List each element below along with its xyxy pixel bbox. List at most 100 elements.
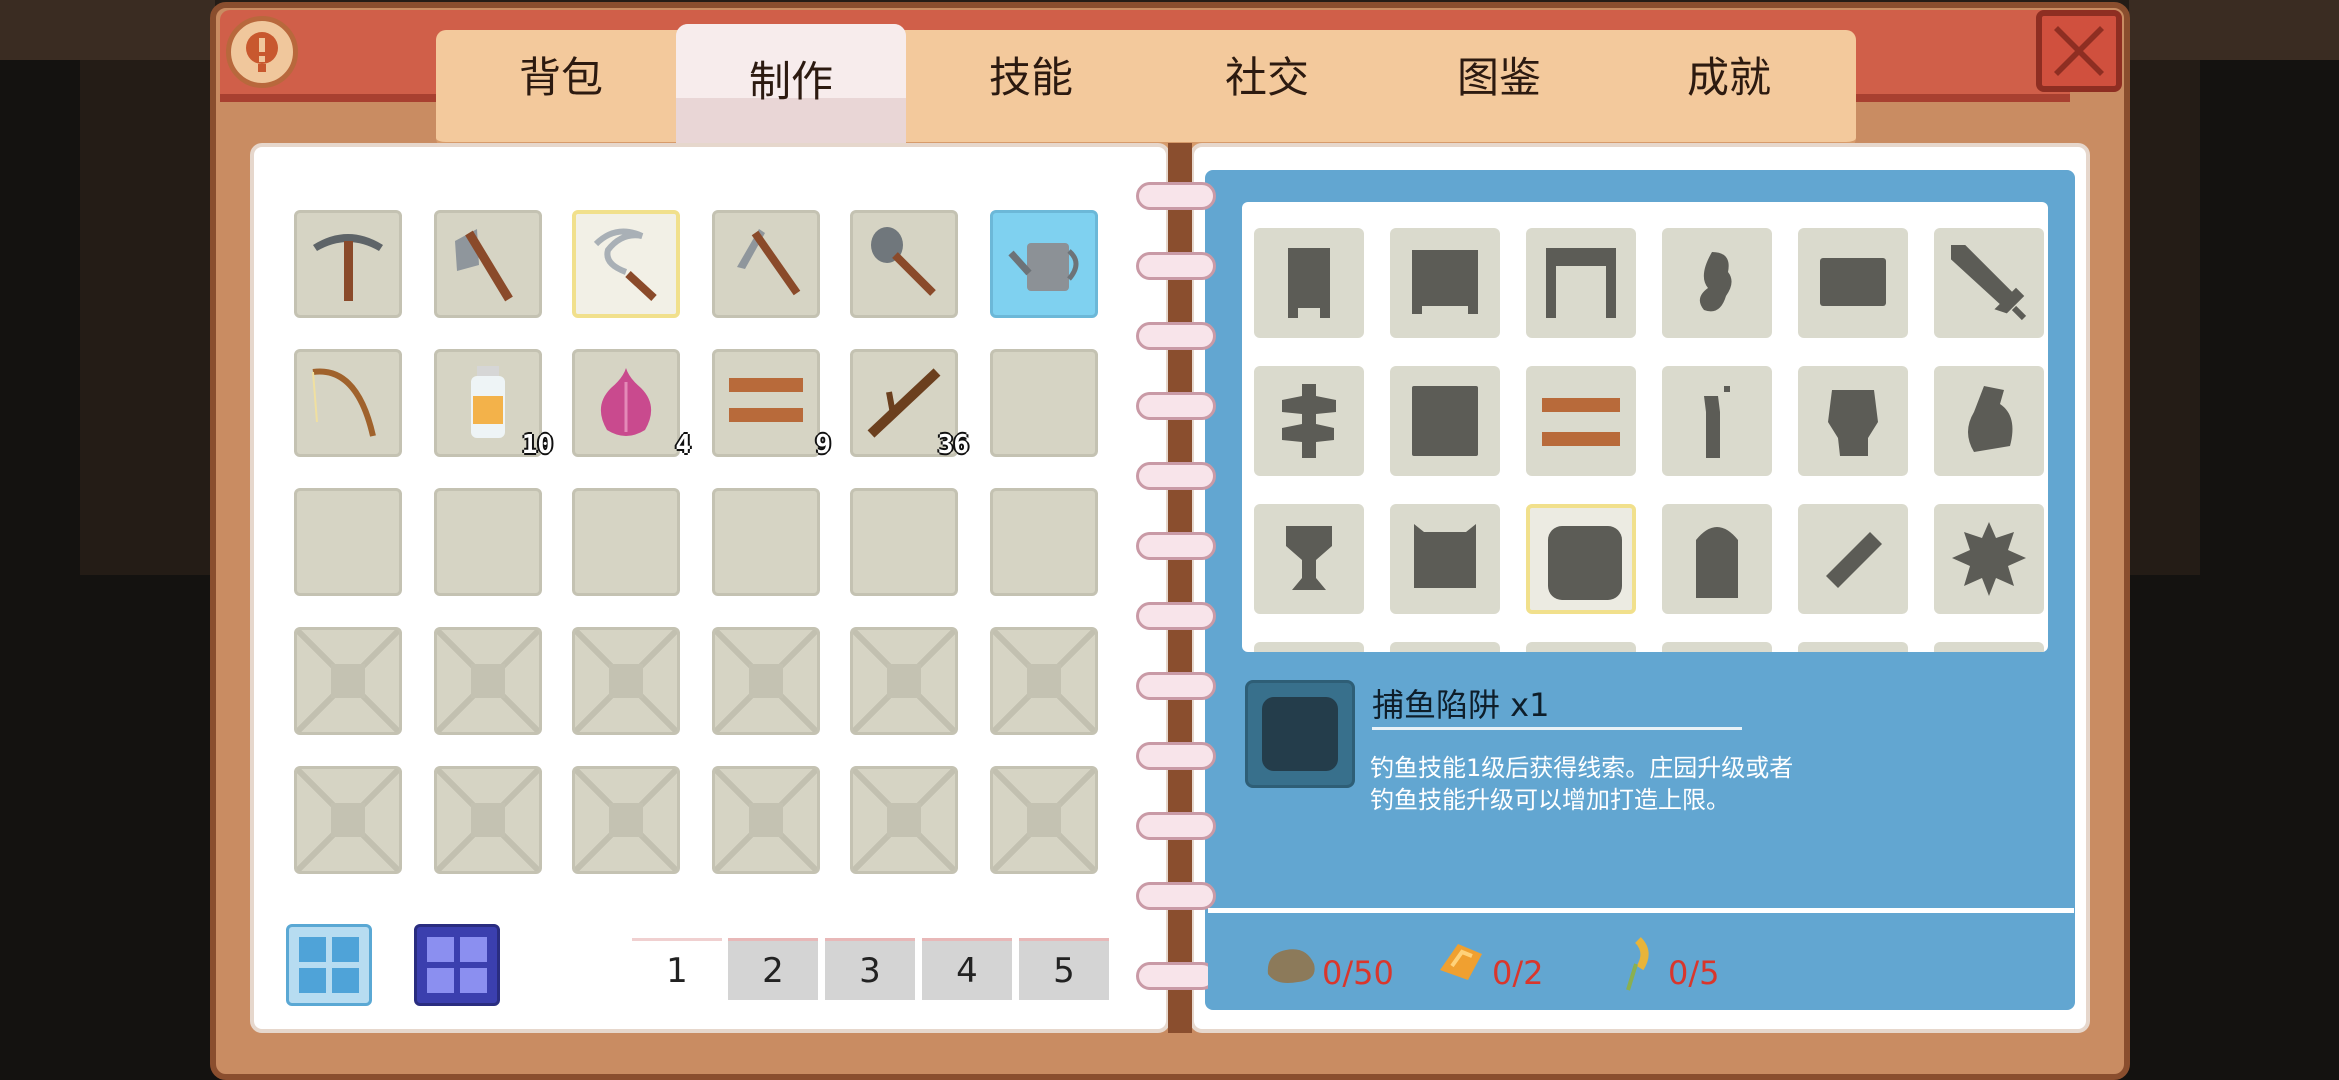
recipe-slot[interactable] <box>1798 366 1908 476</box>
tab-skills[interactable]: 技能 <box>916 30 1146 130</box>
hoe-icon <box>737 229 801 296</box>
fishing-rod-icon <box>312 368 376 437</box>
binding-ring <box>1136 182 1216 210</box>
inventory-slot-locked <box>572 766 680 874</box>
copper-ore-icon <box>1440 944 1482 980</box>
inventory-slot-empty[interactable] <box>294 488 402 596</box>
inventory-slot[interactable]: 36 <box>850 349 969 460</box>
inventory-slot-empty[interactable] <box>990 488 1098 596</box>
page-button-1[interactable]: 1 <box>632 938 722 1000</box>
recipe-slot[interactable] <box>1662 504 1772 614</box>
tab-backpack[interactable]: 背包 <box>446 30 676 130</box>
recipe-slot[interactable] <box>1254 642 1364 652</box>
page-button-2[interactable]: 2 <box>728 938 818 1000</box>
onion-icon <box>600 368 652 436</box>
tab-collection[interactable]: 图鉴 <box>1384 30 1614 130</box>
recipe-slot[interactable] <box>1934 504 2044 614</box>
binding-ring <box>1136 322 1216 350</box>
binding-ring <box>1136 882 1216 910</box>
inventory-slot-locked <box>712 627 820 735</box>
inventory-slot[interactable] <box>434 210 542 318</box>
inventory-slot[interactable] <box>712 210 820 318</box>
tab-social[interactable]: 社交 <box>1152 30 1382 130</box>
recipe-slot[interactable] <box>1526 642 1636 652</box>
tab-crafting[interactable]: 制作 <box>676 24 906 150</box>
inventory-slot-empty[interactable] <box>712 488 820 596</box>
binding-ring <box>1136 462 1216 490</box>
inventory-slot[interactable] <box>850 210 958 318</box>
fish-trap-icon <box>1262 697 1338 771</box>
recipe-description: 钓鱼技能1级后获得线索。庄园升级或者钓鱼技能升级可以增加打造上限。 <box>1370 754 1794 814</box>
recipe-slot[interactable] <box>1390 642 1500 652</box>
box-silhouette-icon <box>1412 386 1478 456</box>
inventory-slot-empty[interactable] <box>990 349 1098 457</box>
inventory-slot-locked <box>990 766 1098 874</box>
inventory-slot-locked <box>434 766 542 874</box>
stone-icon <box>1267 949 1315 983</box>
inventory-slot[interactable]: 9 <box>712 349 831 460</box>
recipe-slot[interactable] <box>1934 228 2044 338</box>
recipe-grid <box>1242 202 2048 652</box>
inventory-slot-locked <box>990 627 1098 735</box>
inventory-slot[interactable] <box>294 349 402 457</box>
watering-can-icon <box>1008 243 1079 291</box>
recipe-title: 捕鱼陷阱 x1 <box>1372 680 1742 730</box>
inventory-slot-selected[interactable] <box>572 210 680 318</box>
binding-ring <box>1136 602 1216 630</box>
inventory-slot[interactable] <box>294 210 402 318</box>
fish-trap-silhouette-icon <box>1548 526 1622 600</box>
inventory-slot-empty[interactable] <box>850 488 958 596</box>
recipe-slot[interactable] <box>1390 366 1500 476</box>
help-button[interactable] <box>226 16 298 88</box>
recipe-slot[interactable] <box>1526 228 1636 338</box>
alt-grid-view-button[interactable] <box>414 924 500 1006</box>
recipe-slot[interactable] <box>1254 504 1364 614</box>
inventory-slot[interactable]: 4 <box>572 349 691 460</box>
recipe-slot[interactable] <box>1662 366 1772 476</box>
background-beam-left <box>0 0 215 60</box>
recipe-slot[interactable] <box>1662 642 1772 652</box>
page-button-5[interactable]: 5 <box>1019 938 1109 1000</box>
binding-ring <box>1136 392 1216 420</box>
materials-bar: 0/50 0/2 0/5 <box>1208 908 2074 1000</box>
inventory-slot-empty[interactable] <box>434 488 542 596</box>
binding-ring <box>1136 672 1216 700</box>
axe-icon <box>455 229 513 302</box>
signpost-silhouette-icon <box>1282 384 1336 458</box>
recipe-slot[interactable] <box>1254 366 1364 476</box>
inventory-slot[interactable]: 10 <box>434 349 553 460</box>
wood-plank-icon <box>1542 398 1620 446</box>
page-button-4[interactable]: 4 <box>922 938 1012 1000</box>
item-count: 10 <box>521 430 553 460</box>
recipe-slot[interactable] <box>1934 366 2044 476</box>
tab-achievements[interactable]: 成就 <box>1614 30 1844 130</box>
recipe-slot[interactable] <box>1390 228 1500 338</box>
inventory-slot-empty[interactable] <box>572 488 680 596</box>
inventory-slot-locked <box>850 627 958 735</box>
inventory-slot-locked <box>572 627 680 735</box>
recipe-slot[interactable] <box>1798 642 1908 652</box>
recipe-slot[interactable] <box>1798 504 1908 614</box>
block-silhouette-icon <box>1820 258 1886 306</box>
material-stone: 0/50 <box>1262 933 1394 993</box>
grid-view-button[interactable] <box>286 924 372 1006</box>
inventory-slot[interactable] <box>990 210 1098 318</box>
recipe-slot[interactable] <box>1390 504 1500 614</box>
material-fiber: 0/5 <box>1608 933 1720 993</box>
jar-icon <box>471 366 505 438</box>
bush-silhouette-icon <box>1952 522 2026 596</box>
shovel-icon <box>871 227 936 296</box>
page-button-3[interactable]: 3 <box>825 938 915 1000</box>
tombstone-silhouette-icon <box>1696 527 1738 598</box>
recipe-slot[interactable] <box>1662 228 1772 338</box>
table-silhouette-icon <box>1546 248 1616 318</box>
recipe-slot[interactable] <box>1934 642 2044 652</box>
close-button[interactable] <box>2036 10 2122 92</box>
material-qty: 0/2 <box>1492 954 1544 992</box>
recipe-slot[interactable] <box>1798 228 1908 338</box>
recipe-slot-selected[interactable] <box>1526 504 1636 614</box>
recipe-slot[interactable] <box>1526 366 1636 476</box>
wood-plank-icon <box>729 378 803 422</box>
recipe-slot[interactable] <box>1254 228 1364 338</box>
door-silhouette-icon <box>1288 248 1330 318</box>
